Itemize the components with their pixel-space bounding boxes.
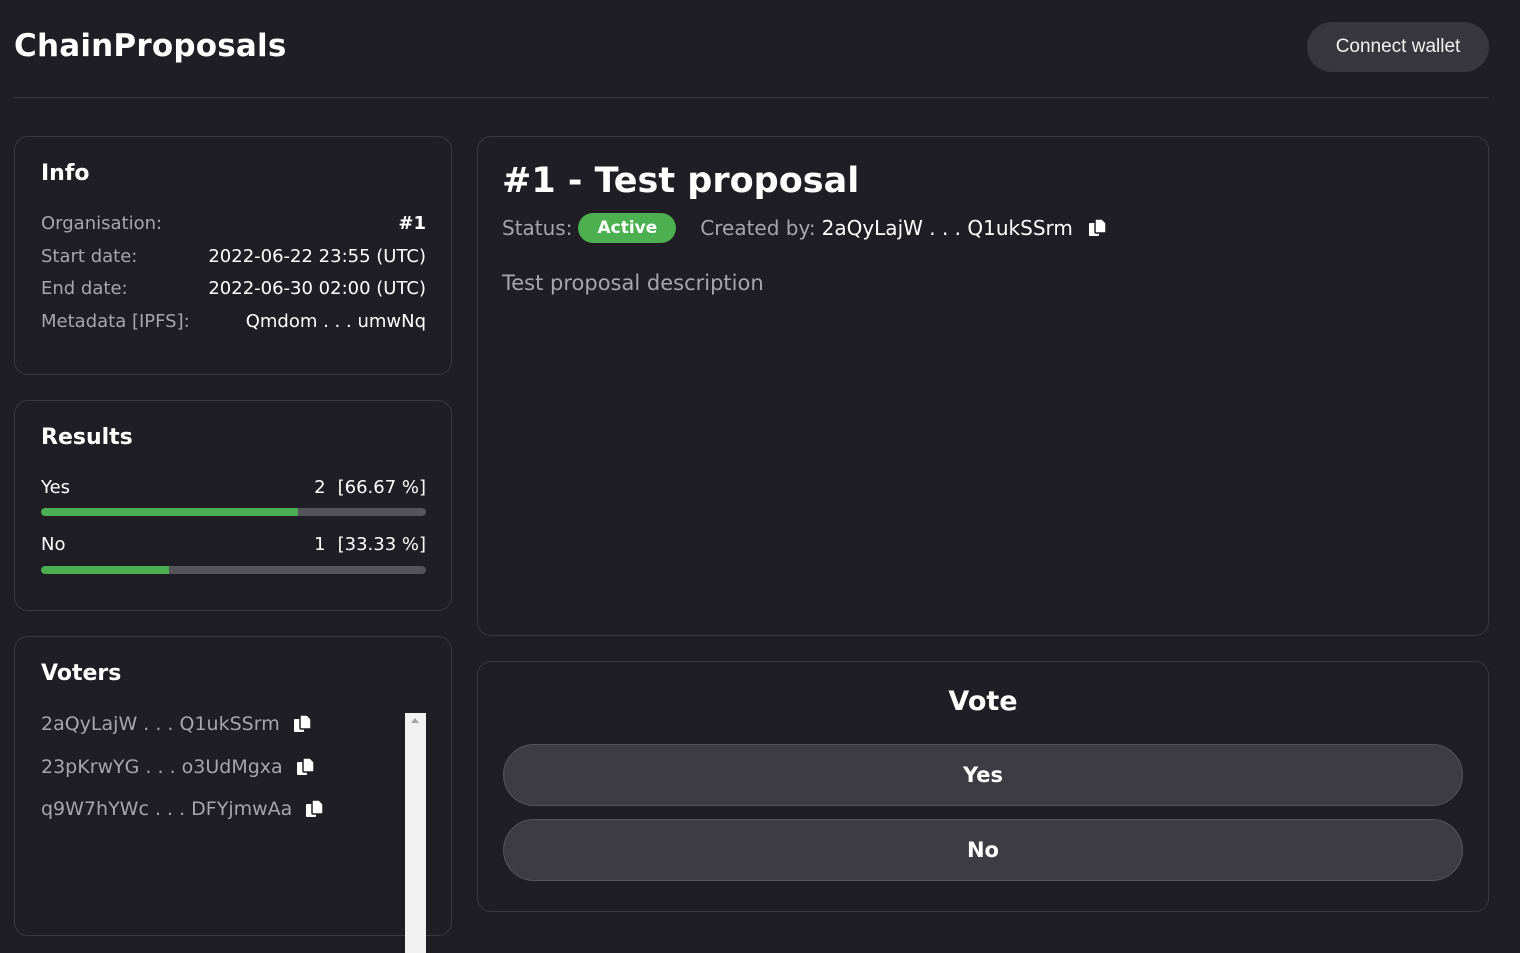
creator-address: 2aQyLajW . . . Q1ukSSrm (821, 216, 1073, 240)
vote-title: Vote (948, 686, 1018, 717)
copy-icon[interactable] (295, 756, 317, 778)
voter-address: q9W7hYWc . . . DFYjmwAa (41, 798, 293, 820)
result-percent: [66.67 %] (337, 476, 426, 498)
vote-no-button[interactable]: No (503, 819, 1463, 881)
voter-item: 23pKrwYG . . . o3UdMgxa (41, 752, 317, 782)
scroll-up-arrow-icon[interactable] (411, 718, 419, 723)
info-label: Metadata [IPFS]: (41, 310, 190, 332)
result-votes: 2 (314, 476, 326, 498)
voter-address: 2aQyLajW . . . Q1ukSSrm (41, 713, 280, 735)
result-votes: 1 (314, 533, 326, 555)
vote-yes-button[interactable]: Yes (503, 744, 1463, 806)
info-label: End date: (41, 277, 128, 299)
result-row-yes: Yes 2 [66.67 %] (41, 474, 426, 500)
result-bar-no (41, 566, 426, 574)
result-count: 1 [33.33 %] (314, 534, 426, 555)
copy-icon[interactable] (1087, 217, 1109, 239)
copy-icon[interactable] (304, 798, 326, 820)
voter-item: q9W7hYWc . . . DFYjmwAa (41, 794, 326, 824)
result-bar-fill (41, 566, 170, 574)
status-label: Status: (502, 216, 573, 240)
info-label: Organisation: (41, 212, 163, 234)
proposal-title: #1 - Test proposal (502, 161, 860, 201)
info-value: 2022-06-30 02:00 (UTC) (208, 277, 426, 299)
vote-card: Vote Yes No (477, 661, 1489, 912)
copy-icon[interactable] (292, 713, 314, 735)
proposal-description: Test proposal description (502, 271, 764, 295)
result-bar-yes (41, 508, 426, 516)
result-label: Yes (41, 476, 71, 498)
connect-wallet-button[interactable]: Connect wallet (1307, 22, 1489, 72)
results-title: Results (41, 425, 133, 450)
voters-scrollbar[interactable] (405, 713, 426, 953)
proposal-meta: Status: Active Created by: 2aQyLajW . . … (502, 213, 1109, 243)
results-card: Results Yes 2 [66.67 %] No 1 [33.33 %] (14, 400, 452, 611)
info-label: Start date: (41, 245, 138, 267)
info-row-start-date: Start date: 2022-06-22 23:55 (UTC) (41, 243, 426, 269)
top-header: ChainProposals Connect wallet (14, 0, 1489, 98)
info-value: #1 (398, 212, 426, 234)
voter-address: 23pKrwYG . . . o3UdMgxa (41, 756, 283, 778)
result-bar-fill (41, 508, 298, 516)
result-label: No (41, 533, 66, 555)
info-title: Info (41, 161, 90, 186)
result-percent: [33.33 %] (337, 533, 426, 555)
info-row-end-date: End date: 2022-06-30 02:00 (UTC) (41, 275, 426, 301)
info-card: Info Organisation: #1 Start date: 2022-0… (14, 136, 452, 375)
info-value: 2022-06-22 23:55 (UTC) (208, 245, 426, 267)
status-badge: Active (578, 213, 677, 243)
info-row-organisation: Organisation: #1 (41, 210, 426, 236)
metadata-ipfs-link[interactable]: Qmdom . . . umwNq (246, 311, 426, 332)
voter-item: 2aQyLajW . . . Q1ukSSrm (41, 709, 314, 739)
voters-card: Voters 2aQyLajW . . . Q1ukSSrm 23pKrwYG … (14, 636, 452, 953)
result-count: 2 [66.67 %] (314, 477, 426, 498)
app-brand: ChainProposals (14, 28, 287, 64)
creator-label: Created by: (700, 216, 816, 240)
voters-title: Voters (41, 661, 122, 686)
result-row-no: No 1 [33.33 %] (41, 531, 426, 557)
proposal-card: #1 - Test proposal Status: Active Create… (477, 136, 1489, 636)
info-row-metadata: Metadata [IPFS]: Qmdom . . . umwNq (41, 308, 426, 334)
